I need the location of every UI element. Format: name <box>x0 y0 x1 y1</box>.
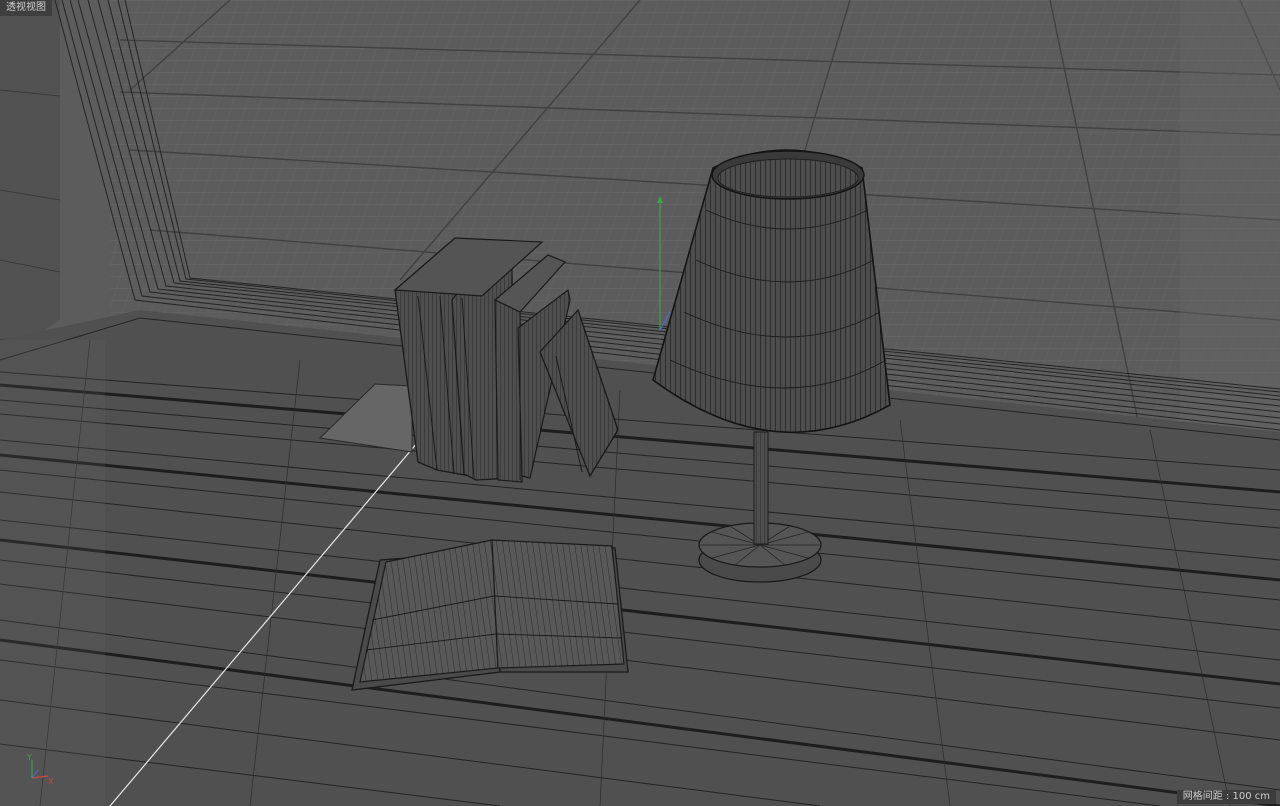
grid-spacing-readout: 网格间距 : 100 cm <box>1176 790 1276 804</box>
grid-spacing-label: 网格间距 <box>1182 791 1223 802</box>
viewport-title[interactable]: 透视视图 <box>0 0 52 16</box>
open-book[interactable] <box>351 539 629 691</box>
axis-x-label: X <box>48 777 54 786</box>
viewport-perspective[interactable]: Y X 透视视图 网格间距 : 100 cm <box>0 0 1280 806</box>
scene-canvas[interactable]: Y X <box>0 0 1280 806</box>
grid-spacing-value: 100 cm <box>1232 791 1270 802</box>
axis-y-label: Y <box>26 753 32 762</box>
